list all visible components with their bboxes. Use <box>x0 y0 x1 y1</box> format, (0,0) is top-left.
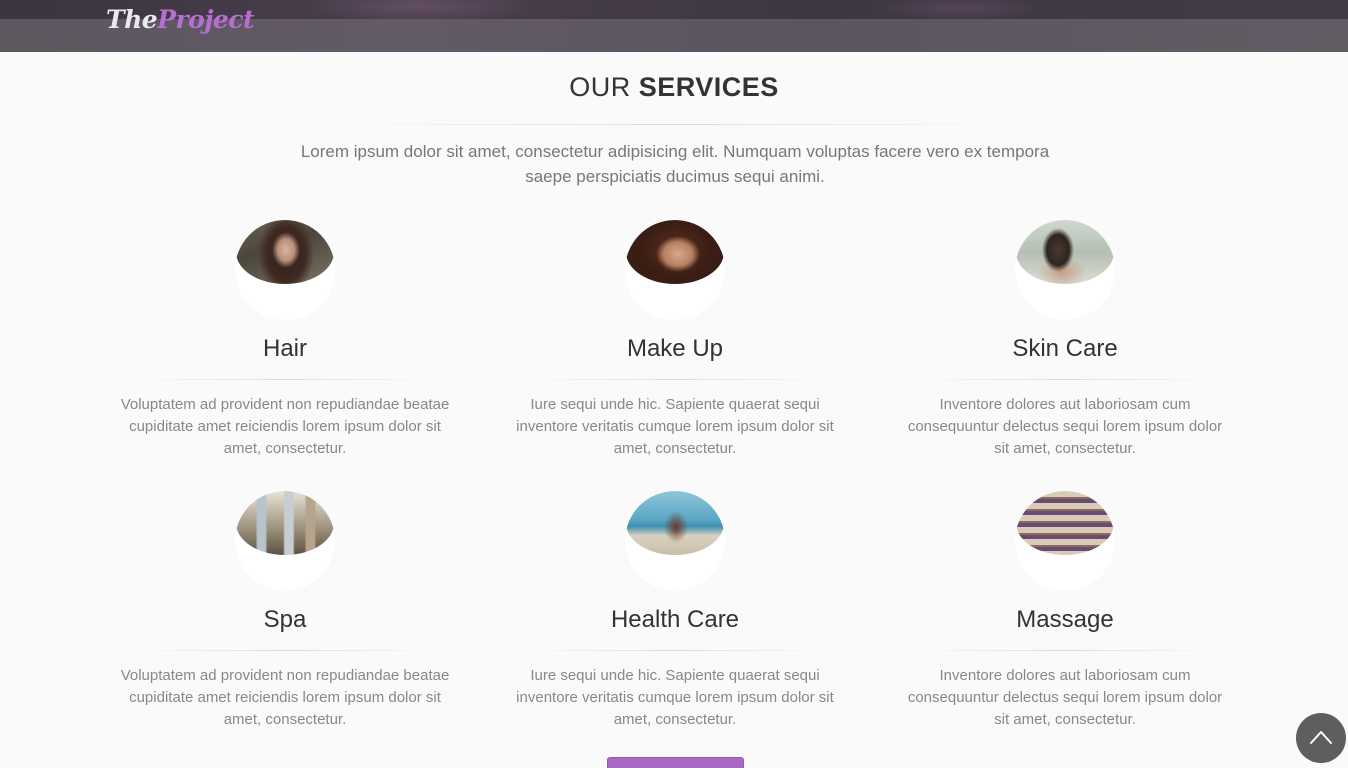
section-title-bold: SERVICES <box>638 72 779 102</box>
site-header: TheProject <box>0 0 1348 52</box>
back-to-top-button[interactable] <box>1296 713 1346 763</box>
service-image-frame <box>1015 491 1115 591</box>
service-image-frame <box>235 220 335 320</box>
service-image <box>236 220 334 284</box>
service-description: Iure sequi unde hic. Sapiente quaerat se… <box>516 396 834 457</box>
service-item-spa: Spa Voluptatem ad provident non repudian… <box>120 491 450 731</box>
site-logo[interactable]: TheProject <box>106 2 255 38</box>
service-separator <box>135 379 435 380</box>
more-services-button[interactable] <box>607 757 744 768</box>
service-image <box>1016 491 1114 555</box>
service-separator <box>525 379 825 380</box>
service-image <box>1016 220 1114 284</box>
service-name: Massage <box>1016 606 1114 633</box>
page: TheProject OUR SERVICES Lorem ipsum dolo… <box>0 0 1348 768</box>
service-image-frame <box>235 491 335 591</box>
service-separator <box>915 650 1215 651</box>
service-image-frame <box>1015 220 1115 320</box>
service-image <box>626 491 724 555</box>
chevron-up-icon <box>1310 731 1332 744</box>
service-description: Inventore dolores aut laboriosam cum con… <box>907 667 1223 728</box>
service-item-massage: Massage Inventore dolores aut laboriosam… <box>900 491 1230 731</box>
service-image <box>236 491 334 555</box>
service-image-frame <box>625 491 725 591</box>
service-name: Hair <box>262 335 307 362</box>
service-description: Voluptatem ad provident non repudiandae … <box>120 396 450 457</box>
service-image-frame <box>625 220 725 320</box>
service-description: Iure sequi unde hic. Sapiente quaerat se… <box>516 667 834 728</box>
service-separator <box>915 379 1215 380</box>
logo-text-the: The <box>106 5 158 34</box>
service-item-skin-care: Skin Care Inventore dolores aut laborios… <box>900 220 1230 460</box>
service-name: Health Care <box>610 606 740 633</box>
service-item-health-care: Health Care Iure sequi unde hic. Sapient… <box>510 491 840 731</box>
service-item-hair: Hair Voluptatem ad provident non repudia… <box>120 220 450 460</box>
service-separator <box>135 650 435 651</box>
section-title: OUR SERVICES <box>0 70 1348 104</box>
service-separator <box>525 650 825 651</box>
service-item-make-up: Make Up Iure sequi unde hic. Sapiente qu… <box>510 220 840 460</box>
service-name: Skin Care <box>1012 335 1118 362</box>
service-name: Make Up <box>626 335 724 362</box>
service-description: Voluptatem ad provident non repudiandae … <box>120 667 450 728</box>
service-description: Inventore dolores aut laboriosam cum con… <box>907 396 1223 457</box>
title-separator <box>330 124 1020 125</box>
service-image <box>626 220 724 284</box>
logo-text-project: Project <box>157 5 255 34</box>
service-name: Spa <box>263 606 307 633</box>
section-lead: Lorem ipsum dolor sit amet, consectetur … <box>300 142 1050 186</box>
section-title-light: OUR <box>569 72 631 102</box>
